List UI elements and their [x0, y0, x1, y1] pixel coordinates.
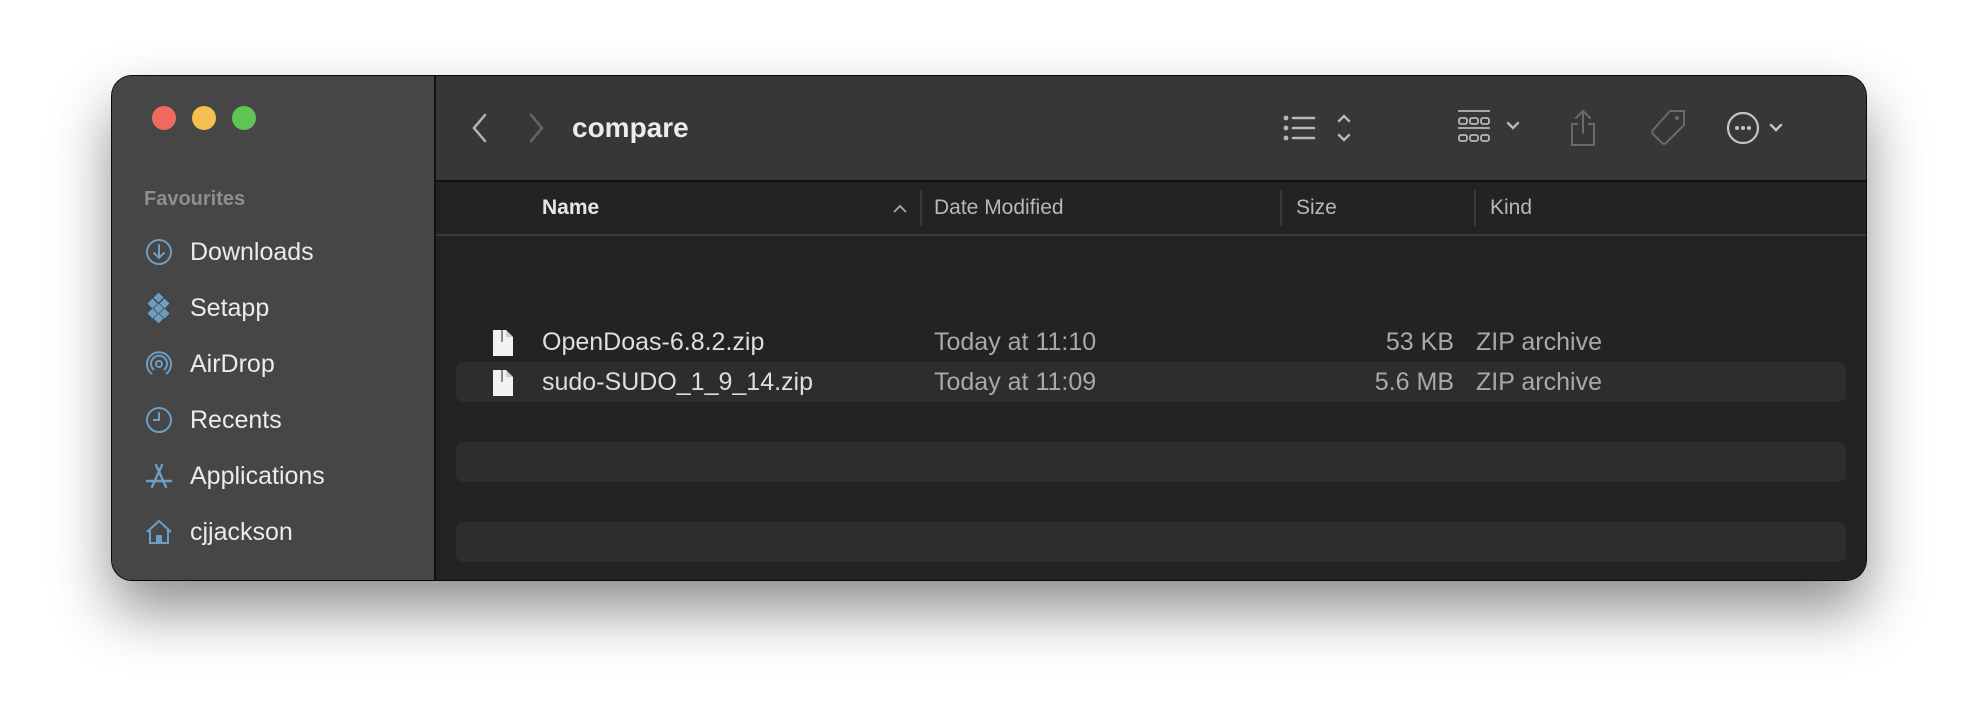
column-divider[interactable]	[1280, 190, 1282, 226]
home-icon	[146, 519, 172, 544]
column-header-kind[interactable]: Kind	[1490, 182, 1532, 234]
column-header-size[interactable]: Size	[1296, 182, 1337, 234]
sidebar: Favourites Downloads Setapp AirDrop Rece…	[112, 76, 436, 580]
table-row[interactable]: OpenDoas-6.8.2.zip Today at 11:10 53 KB …	[456, 322, 1846, 362]
sidebar-item-home[interactable]: cjjackson	[144, 504, 325, 560]
sidebar-item-downloads[interactable]: Downloads	[144, 224, 325, 280]
traffic-lights	[152, 106, 256, 130]
column-divider[interactable]	[1474, 190, 1476, 226]
download-icon	[146, 239, 172, 265]
sidebar-item-recents[interactable]: Recents	[144, 392, 325, 448]
file-name: OpenDoas-6.8.2.zip	[542, 327, 765, 356]
zip-file-icon	[493, 330, 513, 356]
sidebar-item-setapp[interactable]: Setapp	[144, 280, 325, 336]
column-header-name[interactable]: Name	[542, 182, 599, 234]
sidebar-item-label: cjjackson	[190, 517, 293, 546]
applications-icon	[145, 463, 173, 489]
file-name: sudo-SUDO_1_9_14.zip	[542, 367, 813, 396]
sidebar-item-applications[interactable]: Applications	[144, 448, 325, 504]
chevron-right-icon	[529, 113, 544, 143]
tag-button[interactable]	[1648, 76, 1688, 180]
share-icon	[1571, 109, 1595, 146]
zip-file-icon	[493, 370, 513, 396]
finder-window: Favourites Downloads Setapp AirDrop Rece…	[112, 76, 1866, 580]
sidebar-item-label: Recents	[190, 405, 282, 434]
sidebar-item-label: Setapp	[190, 293, 270, 322]
table-header: Name Date Modified Size Kind	[436, 182, 1866, 236]
file-kind: ZIP archive	[1476, 367, 1602, 396]
minimize-button[interactable]	[192, 106, 216, 130]
forward-button[interactable]	[526, 76, 546, 180]
column-header-date[interactable]: Date Modified	[934, 182, 1064, 234]
group-icon	[1458, 110, 1520, 142]
file-kind: ZIP archive	[1476, 327, 1602, 356]
file-date: Today at 11:09	[934, 367, 1097, 396]
clock-icon	[146, 407, 172, 433]
back-button[interactable]	[470, 76, 490, 180]
group-button[interactable]	[1456, 76, 1530, 180]
share-button[interactable]	[1568, 76, 1598, 180]
sidebar-item-label: Applications	[190, 461, 325, 490]
folder-title: compare	[572, 112, 689, 143]
sidebar-item-label: Downloads	[190, 237, 314, 266]
empty-row-stripe	[456, 442, 1846, 482]
sort-ascending-icon	[893, 204, 907, 213]
sidebar-item-airdrop[interactable]: AirDrop	[144, 336, 325, 392]
more-actions-button[interactable]	[1726, 76, 1792, 180]
chevron-left-icon	[472, 113, 487, 143]
favourites-label: Favourites	[144, 188, 246, 210]
view-options-button[interactable]	[1280, 76, 1356, 180]
file-size: 53 KB	[1385, 327, 1454, 356]
airdrop-icon	[146, 351, 172, 375]
table-row[interactable]: sudo-SUDO_1_9_14.zip Today at 11:09 5.6 …	[456, 362, 1846, 402]
toolbar: compare	[436, 76, 1866, 182]
list-view-icon	[1283, 114, 1351, 142]
sidebar-item-label: AirDrop	[190, 349, 275, 378]
file-list: Name Date Modified Size Kind OpenDoas-6.…	[436, 182, 1866, 580]
ellipsis-circle-icon	[1726, 111, 1783, 145]
close-button[interactable]	[152, 106, 176, 130]
zoom-button[interactable]	[232, 106, 256, 130]
file-size: 5.6 MB	[1374, 367, 1454, 396]
file-date: Today at 11:10	[934, 327, 1097, 356]
setapp-icon	[147, 293, 170, 323]
empty-row-stripe	[456, 522, 1846, 562]
tag-icon	[1651, 110, 1685, 145]
column-divider[interactable]	[920, 190, 922, 226]
